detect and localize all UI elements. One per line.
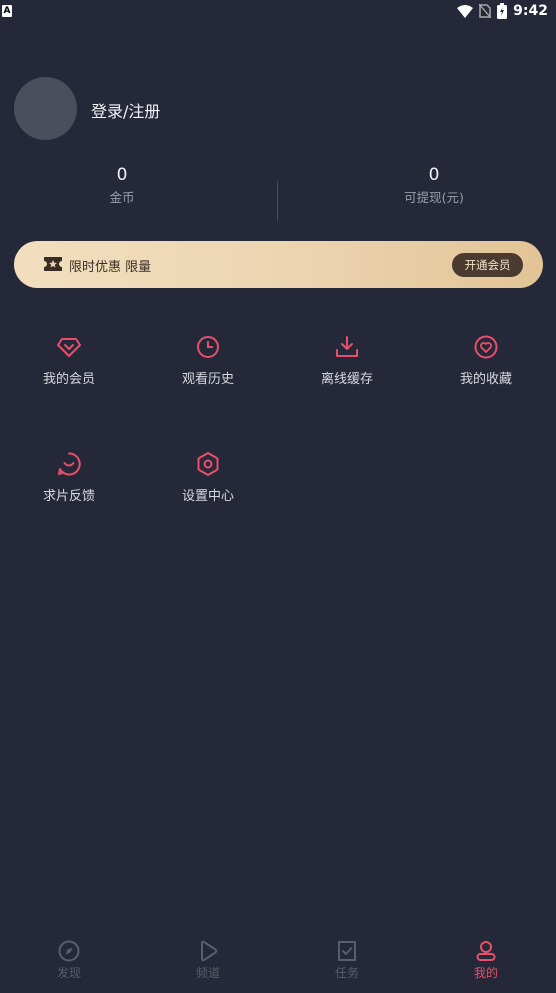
no-sim-icon bbox=[479, 4, 492, 18]
tab-discover[interactable]: 发现 bbox=[19, 939, 119, 981]
wifi-icon bbox=[457, 4, 474, 18]
stats-divider bbox=[277, 181, 278, 221]
coins-value: 0 bbox=[116, 165, 128, 185]
open-vip-button[interactable]: 开通会员 bbox=[452, 253, 523, 277]
play-icon bbox=[201, 940, 218, 962]
withdrawable-label: 可提现(元) bbox=[404, 190, 464, 205]
menu-item-label: 设置中心 bbox=[181, 489, 234, 504]
clock-icon bbox=[197, 336, 219, 358]
status-bar: A 9:42 bbox=[0, 0, 556, 24]
coins-label: 金币 bbox=[109, 190, 135, 205]
menu-item-label: 离线缓存 bbox=[320, 372, 373, 387]
menu-item-request-feedback[interactable]: 求片反馈 bbox=[14, 451, 124, 504]
vip-promo-banner[interactable]: 限时优惠 限量 开通会员 bbox=[14, 241, 543, 288]
tab-me[interactable]: 我的 bbox=[436, 939, 536, 981]
menu-item-label: 求片反馈 bbox=[42, 489, 95, 504]
task-check-icon bbox=[338, 941, 356, 961]
download-icon bbox=[336, 336, 358, 357]
menu-item-label: 我的会员 bbox=[42, 372, 95, 387]
menu-item-favorites[interactable]: 我的收藏 bbox=[431, 334, 541, 387]
menu-item-label: 观看历史 bbox=[181, 372, 234, 387]
settings-hex-icon bbox=[197, 452, 219, 476]
clock-time: 9:42 bbox=[513, 3, 548, 19]
person-icon bbox=[476, 941, 496, 961]
tab-tasks[interactable]: 任务 bbox=[297, 939, 397, 981]
compass-icon bbox=[58, 940, 80, 962]
menu-item-settings[interactable]: 设置中心 bbox=[153, 451, 263, 504]
bottom-tab-bar: 发现 频道 任务 我的 bbox=[0, 927, 556, 993]
tab-channels[interactable]: 频道 bbox=[158, 939, 258, 981]
login-register-link[interactable]: 登录/注册 bbox=[91, 98, 160, 122]
tab-label: 任务 bbox=[334, 966, 359, 980]
vip-ticket-icon bbox=[44, 257, 62, 271]
tab-label: 我的 bbox=[473, 966, 498, 980]
notification-badge: A bbox=[2, 5, 12, 17]
vip-promo-text: 限时优惠 限量 bbox=[69, 260, 152, 275]
diamond-icon bbox=[57, 338, 81, 357]
menu-item-offline-cache[interactable]: 离线缓存 bbox=[292, 334, 402, 387]
tab-label: 频道 bbox=[195, 966, 220, 980]
tab-label: 发现 bbox=[56, 966, 81, 980]
battery-icon bbox=[497, 3, 508, 19]
avatar[interactable] bbox=[14, 77, 77, 140]
feedback-icon bbox=[58, 452, 81, 476]
heart-icon bbox=[474, 335, 498, 359]
coins-stat[interactable]: 0 金币 bbox=[0, 165, 261, 206]
menu-item-history[interactable]: 观看历史 bbox=[153, 334, 263, 387]
menu-item-label: 我的收藏 bbox=[459, 372, 512, 387]
withdrawable-value: 0 bbox=[428, 165, 440, 185]
withdrawable-stat[interactable]: 0 可提现(元) bbox=[295, 165, 556, 206]
menu-item-membership[interactable]: 我的会员 bbox=[14, 334, 124, 387]
